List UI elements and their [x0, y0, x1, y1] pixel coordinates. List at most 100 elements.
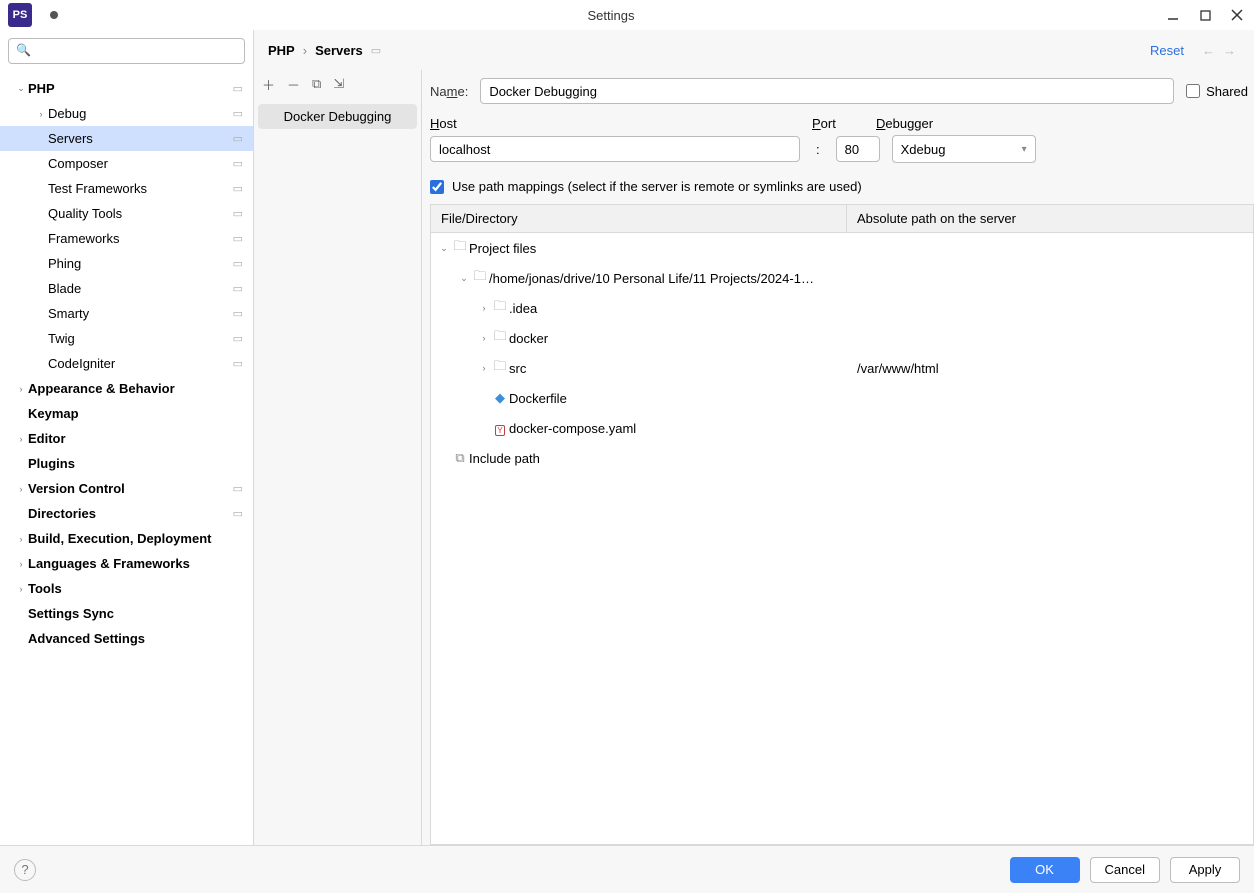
settings-tree-item[interactable]: Settings Sync — [0, 601, 253, 626]
settings-tree-item[interactable]: Frameworks▭ — [0, 226, 253, 251]
mapping-absolute-path[interactable]: /var/www/html — [847, 361, 1253, 376]
tree-arrow-icon: ⌄ — [457, 273, 471, 284]
add-server-button[interactable]: ＋ — [262, 75, 275, 94]
settings-tree-item[interactable]: ›Debug▭ — [0, 101, 253, 126]
settings-tree-item[interactable]: Composer▭ — [0, 151, 253, 176]
debugger-select[interactable]: Xdebug ▾ — [892, 135, 1036, 163]
settings-tree-item[interactable]: Quality Tools▭ — [0, 201, 253, 226]
tree-arrow-icon: › — [14, 534, 28, 544]
column-header-absolute-path[interactable]: Absolute path on the server — [847, 205, 1253, 232]
settings-tree-item[interactable]: ›Editor — [0, 426, 253, 451]
mapping-row[interactable]: ⌄🗀/home/jonas/drive/10 Personal Life/11 … — [431, 263, 1253, 293]
settings-tree-item[interactable]: Test Frameworks▭ — [0, 176, 253, 201]
name-label: Name: — [430, 84, 468, 99]
tree-item-label: Frameworks — [48, 231, 233, 246]
mapping-row[interactable]: ›🗀docker — [431, 323, 1253, 353]
forward-button[interactable]: → — [1223, 43, 1236, 58]
shared-checkbox[interactable] — [1186, 84, 1200, 98]
settings-tree-item[interactable]: CodeIgniter▭ — [0, 351, 253, 376]
reset-link[interactable]: Reset — [1150, 43, 1184, 58]
help-button[interactable]: ? — [14, 859, 36, 881]
settings-tree[interactable]: ⌄PHP▭›Debug▭Servers▭Composer▭Test Framew… — [0, 72, 253, 845]
mapping-row[interactable]: ⧉Include path — [431, 443, 1253, 473]
mapping-row[interactable]: ⌄🗀Project files — [431, 233, 1253, 263]
yaml-icon: Y — [495, 425, 504, 436]
tree-item-label: Test Frameworks — [48, 181, 233, 196]
column-header-file[interactable]: File/Directory — [431, 205, 847, 232]
settings-tree-item[interactable]: Plugins — [0, 451, 253, 476]
settings-tree-item[interactable]: ›Tools — [0, 576, 253, 601]
tree-arrow-icon: › — [14, 584, 28, 594]
back-button[interactable]: ← — [1202, 43, 1215, 58]
copy-server-button[interactable]: ⧉ — [312, 76, 321, 92]
settings-tree-item[interactable]: Servers▭ — [0, 126, 253, 151]
tree-arrow-icon: › — [477, 303, 491, 313]
project-scope-icon: ▭ — [233, 482, 243, 495]
host-input[interactable] — [430, 136, 800, 162]
folder-icon: 🗀 — [473, 268, 486, 283]
docker-icon: ◆ — [495, 390, 505, 405]
mapping-file-label: Include path — [469, 451, 540, 466]
maximize-button[interactable] — [1196, 6, 1214, 24]
mapping-file-label: /home/jonas/drive/10 Personal Life/11 Pr… — [489, 271, 814, 286]
settings-tree-item[interactable]: Directories▭ — [0, 501, 253, 526]
settings-tree-item[interactable]: Advanced Settings — [0, 626, 253, 651]
minimize-button[interactable] — [1164, 6, 1182, 24]
path-mapping-table: File/Directory Absolute path on the serv… — [430, 204, 1254, 845]
project-scope-icon: ▭ — [233, 107, 243, 120]
project-scope-icon: ▭ — [233, 507, 243, 520]
settings-tree-item[interactable]: ⌄PHP▭ — [0, 76, 253, 101]
mapping-row[interactable]: ›🗀.idea — [431, 293, 1253, 323]
breadcrumb: PHP › Servers ▭ Reset ← → — [254, 30, 1254, 70]
tree-arrow-icon: › — [34, 109, 48, 119]
tree-item-label: Servers — [48, 131, 233, 146]
project-scope-icon: ▭ — [233, 182, 243, 195]
server-list-item[interactable]: Docker Debugging — [258, 104, 417, 129]
debugger-selected-value: Xdebug — [901, 142, 946, 157]
settings-tree-item[interactable]: ›Languages & Frameworks — [0, 551, 253, 576]
tree-item-label: Plugins — [28, 456, 243, 471]
tree-item-label: Quality Tools — [48, 206, 233, 221]
tree-item-label: Smarty — [48, 306, 233, 321]
settings-tree-item[interactable]: ›Build, Execution, Deployment — [0, 526, 253, 551]
tree-item-label: Appearance & Behavior — [28, 381, 243, 396]
breadcrumb-item: Servers — [315, 43, 363, 58]
project-scope-icon: ▭ — [371, 44, 381, 57]
mapping-row[interactable]: Ydocker-compose.yaml — [431, 413, 1253, 443]
import-server-button[interactable]: ⇲ — [333, 76, 344, 92]
tree-item-label: Blade — [48, 281, 233, 296]
mapping-row[interactable]: ›🗀src/var/www/html — [431, 353, 1253, 383]
tree-item-label: Debug — [48, 106, 233, 121]
mapping-file-label: src — [509, 361, 526, 376]
settings-tree-item[interactable]: ›Version Control▭ — [0, 476, 253, 501]
close-button[interactable] — [1228, 6, 1246, 24]
cancel-button[interactable]: Cancel — [1090, 857, 1160, 883]
port-input[interactable] — [836, 136, 880, 162]
settings-tree-item[interactable]: ›Appearance & Behavior — [0, 376, 253, 401]
mapping-row[interactable]: ◆Dockerfile — [431, 383, 1253, 413]
settings-tree-item[interactable]: Phing▭ — [0, 251, 253, 276]
port-label: Port — [812, 116, 864, 131]
server-name-input[interactable] — [480, 78, 1174, 104]
tree-item-label: Tools — [28, 581, 243, 596]
folder-icon: 🗀 — [493, 298, 506, 313]
settings-tree-item[interactable]: Blade▭ — [0, 276, 253, 301]
ok-button[interactable]: OK — [1010, 857, 1080, 883]
path-mappings-checkbox[interactable] — [430, 180, 444, 194]
project-scope-icon: ▭ — [233, 82, 243, 95]
settings-tree-item[interactable]: Keymap — [0, 401, 253, 426]
apply-button[interactable]: Apply — [1170, 857, 1240, 883]
tree-item-label: Build, Execution, Deployment — [28, 531, 243, 546]
debugger-label: Debugger — [876, 116, 933, 131]
project-scope-icon: ▭ — [233, 232, 243, 245]
project-scope-icon: ▭ — [233, 207, 243, 220]
tree-item-label: Directories — [28, 506, 233, 521]
modified-dot-icon — [50, 11, 58, 19]
settings-search-input[interactable] — [8, 38, 245, 64]
remove-server-button[interactable]: － — [287, 75, 300, 94]
settings-tree-item[interactable]: Twig▭ — [0, 326, 253, 351]
mapping-file-label: docker — [509, 331, 548, 346]
settings-tree-item[interactable]: Smarty▭ — [0, 301, 253, 326]
breadcrumb-item[interactable]: PHP — [268, 43, 295, 58]
folder-icon: 🗀 — [453, 238, 466, 253]
